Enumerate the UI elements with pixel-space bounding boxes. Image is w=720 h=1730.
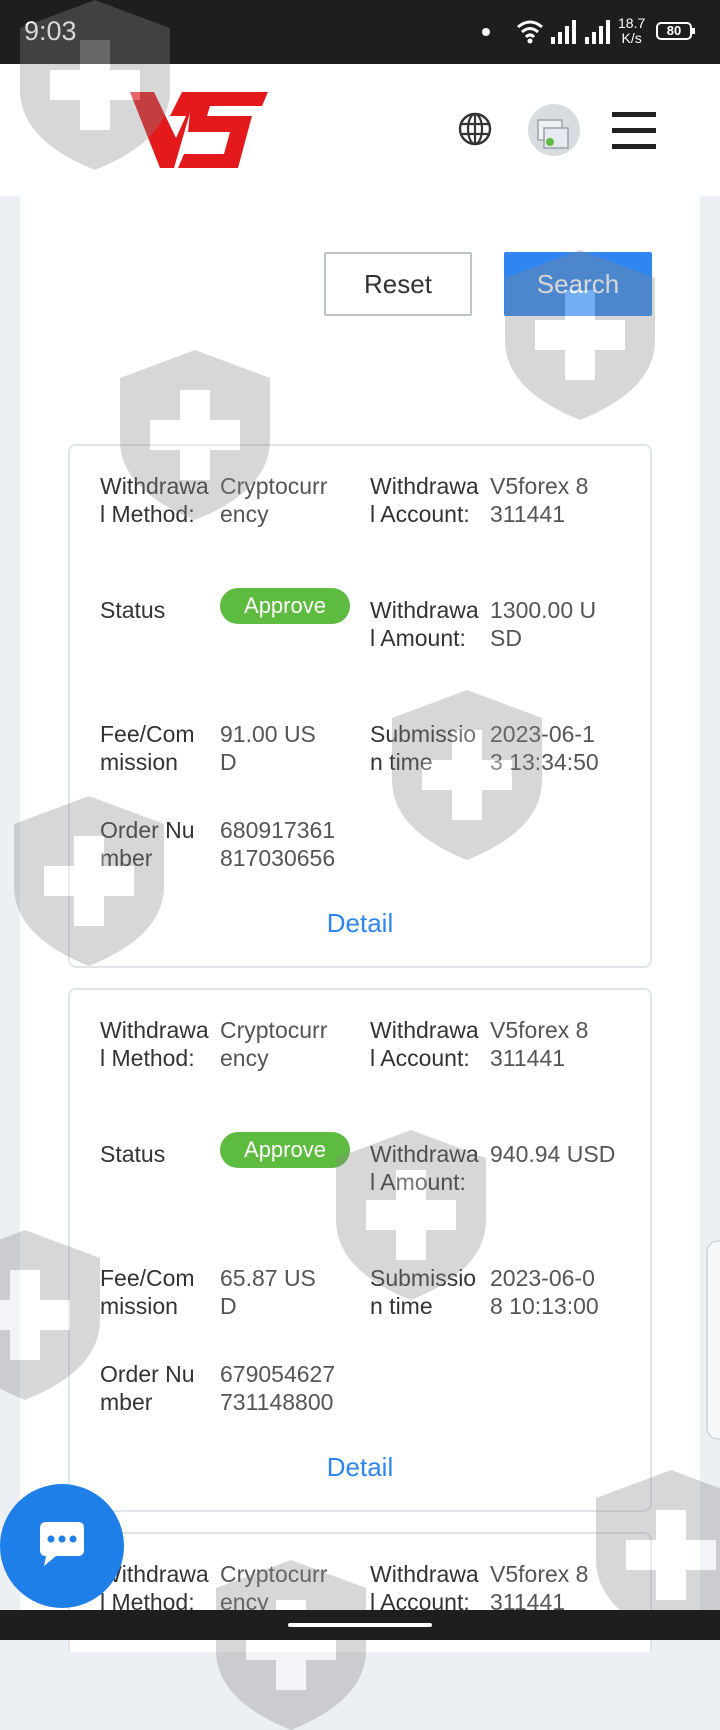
globe-icon[interactable] bbox=[458, 112, 492, 146]
submission-time-label: Submission time bbox=[370, 1265, 477, 1319]
account-label: Withdrawal Account: bbox=[370, 1017, 479, 1071]
signal-icon bbox=[585, 20, 610, 44]
hamburger-menu-icon[interactable] bbox=[612, 112, 656, 150]
submission-time-value: 2023-06-13 13:34:50 bbox=[490, 721, 599, 775]
app-header bbox=[0, 64, 720, 196]
order-number-value: 680917361817030656 bbox=[220, 817, 336, 871]
amount-label: Withdrawal Amount: bbox=[370, 597, 479, 651]
order-number-label: Order Number bbox=[100, 1361, 195, 1415]
notification-dot-icon bbox=[482, 28, 490, 36]
method-label: Withdrawal Method: bbox=[100, 1017, 209, 1071]
search-button[interactable]: Search bbox=[504, 252, 652, 316]
status-badge: Approve bbox=[220, 1132, 350, 1168]
account-label: Withdrawal Account: bbox=[370, 1561, 479, 1615]
method-label: Withdrawal Method: bbox=[100, 473, 209, 527]
account-value: V5forex 8311441 bbox=[490, 1017, 589, 1071]
image-placeholder-icon bbox=[537, 119, 569, 149]
account-value: V5forex 8311441 bbox=[490, 473, 589, 527]
order-number-label: Order Number bbox=[100, 817, 195, 871]
withdrawal-record-card: Withdrawal Method: Cryptocurrency Withdr… bbox=[68, 988, 652, 1512]
withdrawal-history-panel: Reset Search Withdrawal Method: Cryptocu… bbox=[20, 196, 700, 1652]
method-value: Cryptocurrency bbox=[220, 1561, 328, 1615]
reset-button[interactable]: Reset bbox=[324, 252, 472, 316]
status-badge: Approve bbox=[220, 588, 350, 624]
fee-label: Fee/Commission bbox=[100, 1265, 195, 1319]
amount-value: 940.94 USD bbox=[490, 1141, 616, 1167]
status-time: 9:03 bbox=[24, 16, 77, 46]
status-label: Status bbox=[100, 597, 166, 623]
home-gesture-handle[interactable] bbox=[288, 1623, 432, 1627]
method-value: Cryptocurrency bbox=[220, 1017, 328, 1071]
submission-time-value: 2023-06-08 10:13:00 bbox=[490, 1265, 599, 1319]
system-nav-bar bbox=[0, 1610, 720, 1640]
amount-value: 1300.00 USD bbox=[490, 597, 597, 651]
side-drawer-handle[interactable] bbox=[706, 1240, 720, 1440]
chat-button[interactable] bbox=[0, 1484, 124, 1608]
account-value: V5forex 8311441 bbox=[490, 1561, 589, 1615]
status-bar: 9:03 18.7 K/s 80 bbox=[0, 0, 720, 64]
network-speed: 18.7 K/s bbox=[618, 15, 646, 46]
fee-value: 65.87 USD bbox=[220, 1265, 316, 1319]
method-value: Cryptocurrency bbox=[220, 473, 328, 527]
account-label: Withdrawal Account: bbox=[370, 473, 479, 527]
order-number-value: 679054627731148800 bbox=[220, 1361, 336, 1415]
fee-label: Fee/Commission bbox=[100, 721, 195, 775]
detail-link[interactable]: Detail bbox=[70, 908, 650, 939]
chat-bubble-icon bbox=[40, 1522, 84, 1566]
avatar[interactable] bbox=[528, 104, 580, 156]
battery-icon: 80 bbox=[656, 22, 695, 40]
status-label: Status bbox=[100, 1141, 166, 1167]
withdrawal-record-card: Withdrawal Method: Cryptocurrency Withdr… bbox=[68, 444, 652, 968]
submission-time-label: Submission time bbox=[370, 721, 477, 775]
v5-logo[interactable] bbox=[130, 92, 270, 168]
detail-link[interactable]: Detail bbox=[70, 1452, 650, 1483]
wifi-icon bbox=[517, 20, 543, 44]
signal-icon bbox=[551, 20, 576, 44]
amount-label: Withdrawal Amount: bbox=[370, 1141, 479, 1195]
fee-value: 91.00 USD bbox=[220, 721, 316, 775]
